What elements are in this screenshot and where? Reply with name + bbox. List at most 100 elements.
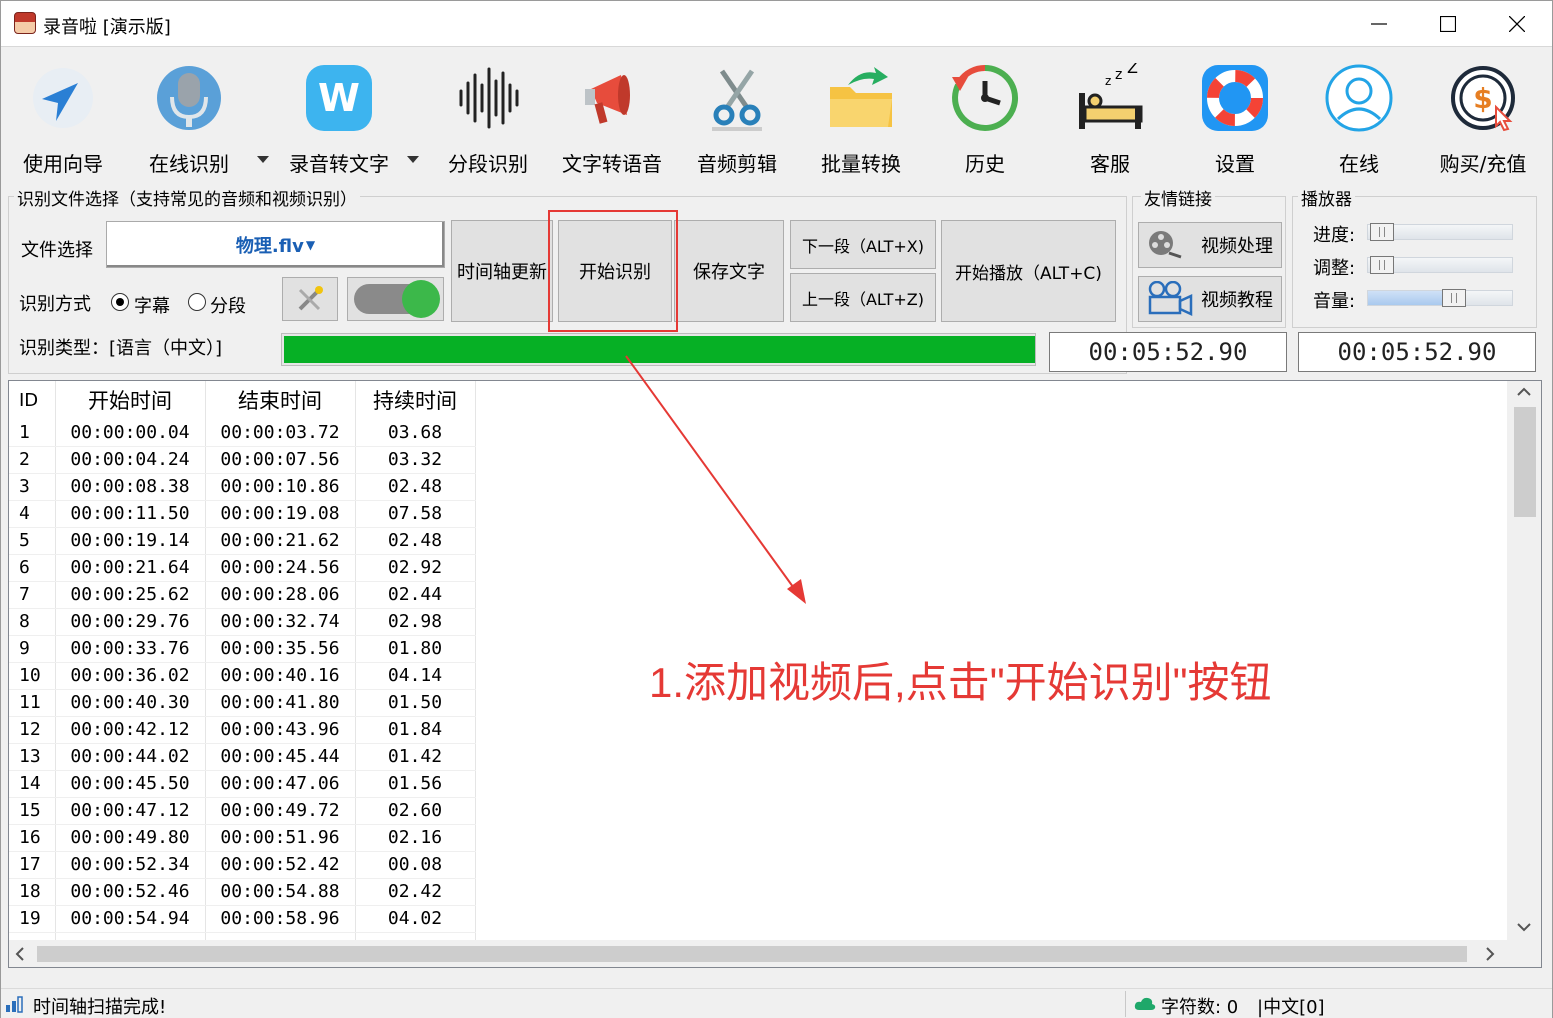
cell-id: 13: [9, 743, 56, 771]
player-volume-thumb[interactable]: [1442, 289, 1466, 307]
cell-id: 3: [9, 473, 56, 501]
cell-duration: 03.32: [355, 446, 476, 474]
tools-button[interactable]: [282, 277, 338, 321]
scroll-up-icon[interactable]: [1517, 387, 1531, 397]
cell-end: 00:00:24.56: [205, 554, 356, 582]
prev-segment-button[interactable]: 上一段（ALT+Z): [790, 273, 936, 322]
player-progress-slider[interactable]: [1367, 223, 1513, 241]
horizontal-scrollbar[interactable]: [9, 940, 1541, 967]
toolbar-audio-edit-button[interactable]: 音频剪辑: [677, 58, 797, 178]
table-row[interactable]: 16 00:00:49.80 00:00:51.96 02.16: [9, 824, 476, 852]
table-row[interactable]: 15 00:00:47.12 00:00:49.72 02.60: [9, 797, 476, 825]
table-row[interactable]: 5 00:00:19.14 00:00:21.62 02.48: [9, 527, 476, 555]
table-row[interactable]: 4 00:00:11.50 00:00:19.08 07.58: [9, 500, 476, 528]
toggle-switch[interactable]: [347, 277, 444, 321]
start-play-button[interactable]: 开始播放（ALT+C): [941, 220, 1116, 322]
toolbar-segment-recognition-button[interactable]: 分段识别: [428, 58, 548, 178]
cell-start: 00:00:19.14: [55, 527, 206, 555]
toolbar-purchase-button[interactable]: $ 购买/充值: [1423, 58, 1543, 178]
table-row[interactable]: 8 00:00:29.76 00:00:32.74 02.98: [9, 608, 476, 636]
toggle-knob: [401, 280, 440, 318]
table-row[interactable]: 10 00:00:36.02 00:00:40.16 04.14: [9, 662, 476, 690]
cell-duration: 04.02: [355, 905, 476, 933]
cell-id: 18: [9, 878, 56, 906]
maximize-button[interactable]: [1413, 1, 1483, 47]
cell-end: 00:00:35.56: [205, 635, 356, 663]
recognition-type-text: 识别类型：[语言（中文）]: [19, 338, 223, 359]
mode-subtitle-radio[interactable]: [111, 293, 129, 311]
elapsed-time-display: 00:05:52.90: [1049, 332, 1287, 372]
column-header-end[interactable]: 结束时间: [205, 381, 356, 419]
table-row[interactable]: 11 00:00:40.30 00:00:41.80 01.50: [9, 689, 476, 717]
vertical-scroll-thumb[interactable]: [1514, 407, 1536, 517]
file-select-label: 文件选择: [21, 240, 93, 261]
sleeping-bed-icon: z z Z: [1079, 63, 1143, 129]
minimize-button[interactable]: [1344, 1, 1414, 47]
timeline-update-button[interactable]: 时间轴更新: [451, 220, 553, 322]
close-button[interactable]: [1482, 1, 1552, 47]
table-row[interactable]: 7 00:00:25.62 00:00:28.06 02.44: [9, 581, 476, 609]
cell-id: 11: [9, 689, 56, 717]
scroll-down-icon[interactable]: [1517, 922, 1531, 932]
navigation-arrow-icon: [33, 68, 93, 128]
table-row[interactable]: 9 00:00:33.76 00:00:35.56 01.80: [9, 635, 476, 663]
cell-end: 00:00:19.08: [205, 500, 356, 528]
file-select-value: 物理.flv: [235, 235, 304, 257]
column-header-duration[interactable]: 持续时间: [355, 381, 476, 419]
player-volume-slider[interactable]: [1367, 289, 1513, 307]
table-row[interactable]: 19 00:00:54.94 00:00:58.96 04.02: [9, 905, 476, 933]
table-row[interactable]: 3 00:00:08.38 00:00:10.86 02.48: [9, 473, 476, 501]
toolbar-guide-button[interactable]: 使用向导: [3, 58, 123, 178]
toolbar-text-to-speech-button[interactable]: 文字转语音: [552, 58, 672, 178]
scroll-right-icon[interactable]: [1485, 947, 1495, 961]
column-header-id[interactable]: ID: [9, 381, 56, 419]
cell-id: 1: [9, 419, 56, 447]
player-adjust-slider[interactable]: [1367, 256, 1513, 274]
cell-start: 00:00:40.30: [55, 689, 206, 717]
toolbar-batch-convert-button[interactable]: 批量转换: [801, 58, 921, 178]
cell-duration: 02.48: [355, 473, 476, 501]
toolbar-online-recognition-button[interactable]: 在线识别: [129, 58, 249, 178]
table-row[interactable]: 17 00:00:52.34 00:00:52.42 00.08: [9, 851, 476, 879]
app-logo-icon: [14, 12, 36, 34]
cell-duration: 02.16: [355, 824, 476, 852]
table-row[interactable]: 2 00:00:04.24 00:00:07.56 03.32: [9, 446, 476, 474]
player-volume-fill: [1368, 291, 1452, 305]
table-row[interactable]: 18 00:00:52.46 00:00:54.88 02.42: [9, 878, 476, 906]
signal-bars-icon: [6, 996, 23, 1013]
table-row[interactable]: 14 00:00:45.50 00:00:47.06 01.56: [9, 770, 476, 798]
next-segment-button[interactable]: 下一段（ALT+X): [790, 220, 936, 269]
toolbar-guide-label: 使用向导: [23, 152, 103, 176]
cell-end: 00:00:32.74: [205, 608, 356, 636]
cell-id: 2: [9, 446, 56, 474]
toolbar-customer-service-button[interactable]: z z Z 客服: [1050, 58, 1170, 178]
toolbar-history-button[interactable]: 历史: [925, 58, 1045, 178]
player-adjust-thumb[interactable]: [1370, 256, 1394, 274]
table-row[interactable]: 12 00:00:42.12 00:00:43.96 01.84: [9, 716, 476, 744]
scroll-left-icon[interactable]: [15, 947, 25, 961]
toolbar-settings-button[interactable]: 设置: [1175, 58, 1295, 178]
table-row[interactable]: 13 00:00:44.02 00:00:45.44 01.42: [9, 743, 476, 771]
save-text-button[interactable]: 保存文字: [674, 220, 784, 322]
links-group-title: 友情链接: [1141, 185, 1215, 210]
file-select-dropdown[interactable]: 物理.flv ▼: [106, 221, 445, 268]
video-process-button[interactable]: 视频处理: [1138, 222, 1282, 268]
toolbar-record-to-text-button[interactable]: W 录音转文字: [279, 58, 399, 178]
svg-text:z: z: [1115, 67, 1122, 83]
svg-text:$: $: [1473, 82, 1492, 115]
player-progress-thumb[interactable]: [1370, 223, 1394, 241]
record-to-text-dropdown-icon[interactable]: [407, 156, 419, 163]
recognition-progress-bar: [281, 333, 1036, 366]
player-volume-label: 音量:: [1313, 291, 1356, 312]
toolbar-online-button[interactable]: 在线: [1299, 58, 1419, 178]
video-tutorial-button[interactable]: 视频教程: [1138, 276, 1282, 322]
vertical-scrollbar[interactable]: [1507, 381, 1541, 941]
column-header-start[interactable]: 开始时间: [55, 381, 206, 419]
mode-segment-radio[interactable]: [188, 293, 206, 311]
horizontal-scroll-thumb[interactable]: [37, 946, 1467, 962]
table-row[interactable]: 6 00:00:21.64 00:00:24.56 02.92: [9, 554, 476, 582]
table-row[interactable]: 1 00:00:00.04 00:00:03.72 03.68: [9, 419, 476, 447]
table-header-row: ID 开始时间 结束时间 持续时间: [9, 381, 476, 419]
online-recognition-dropdown-icon[interactable]: [257, 156, 269, 163]
cell-id: 7: [9, 581, 56, 609]
